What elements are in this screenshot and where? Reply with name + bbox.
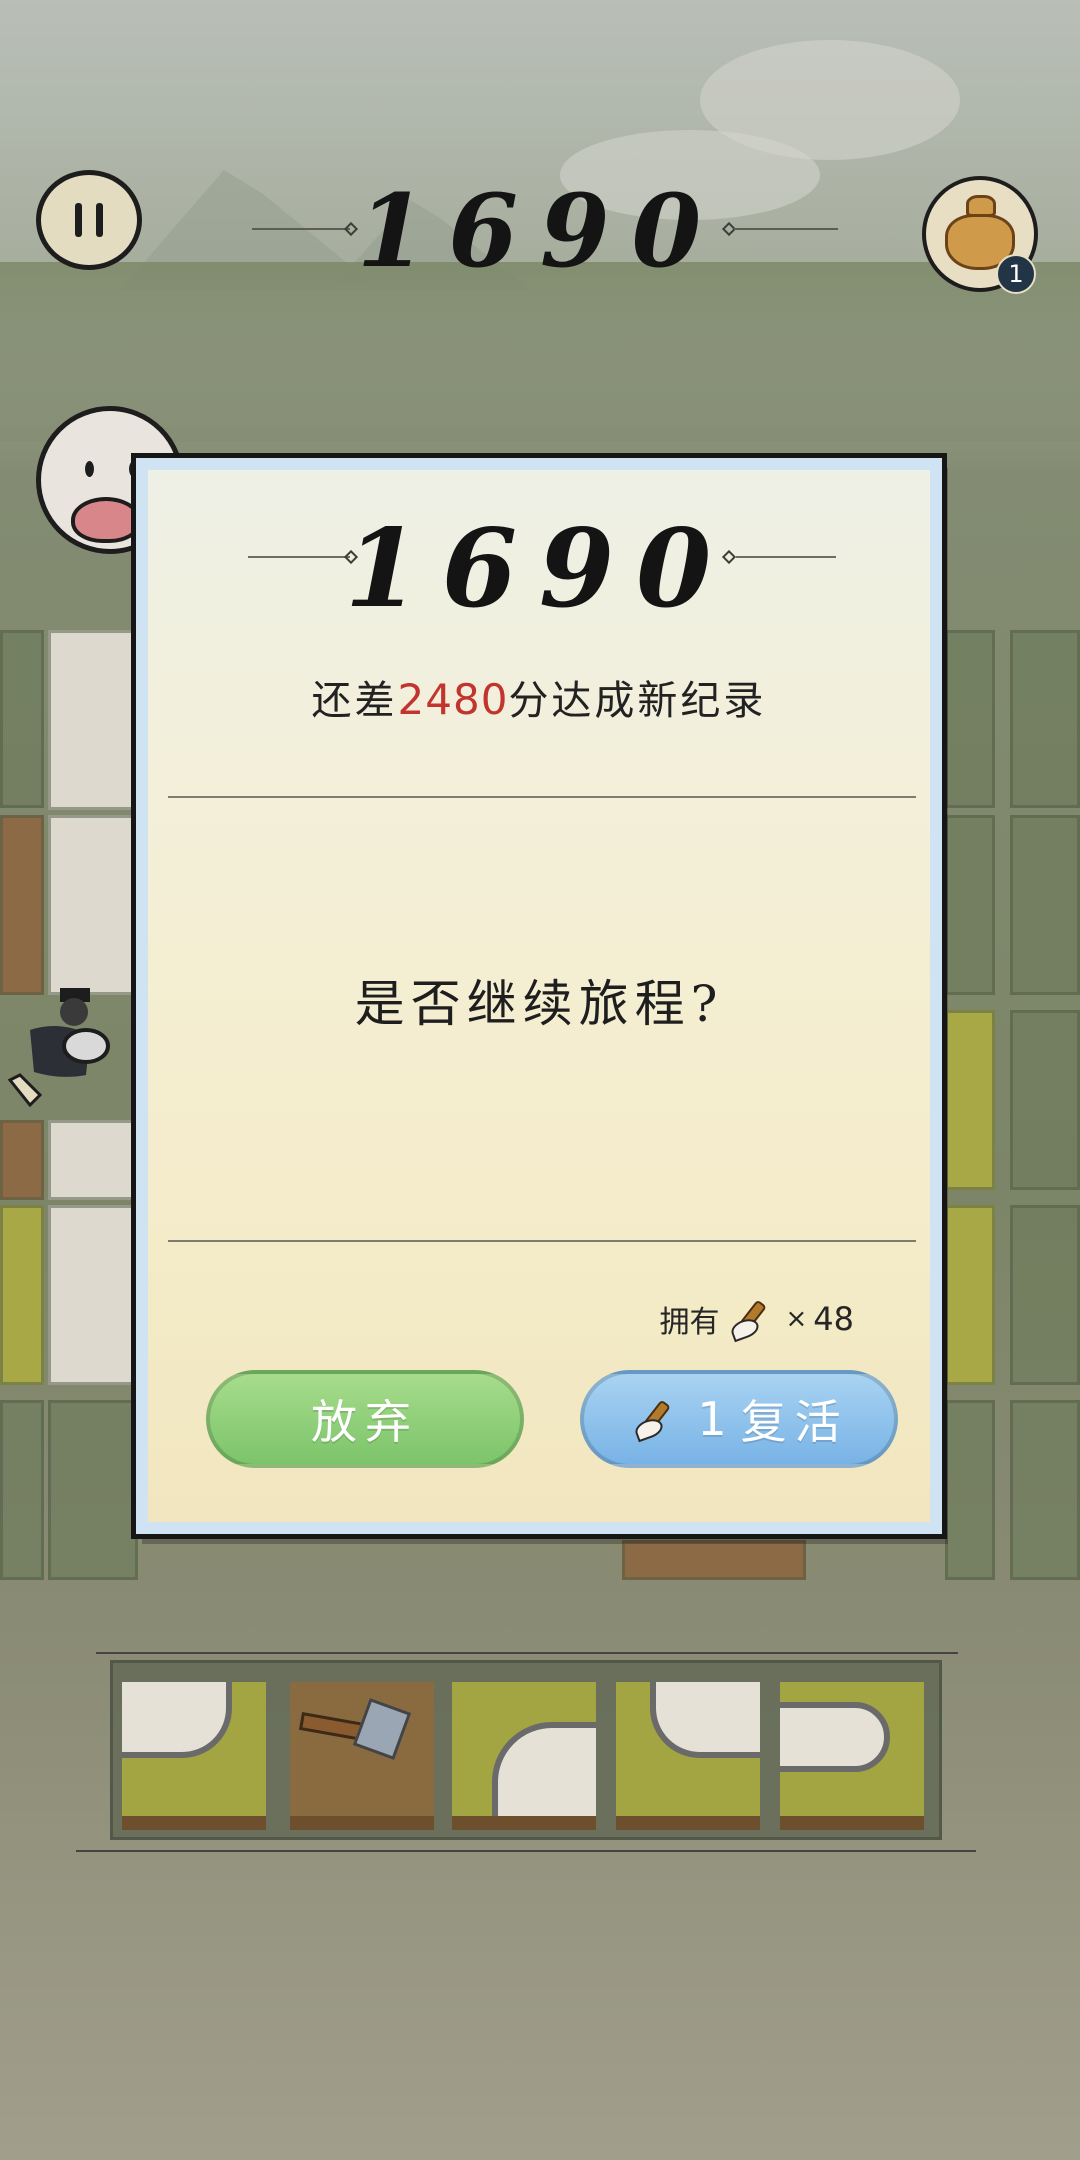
board-tile <box>945 1010 995 1190</box>
board-tile <box>48 630 138 810</box>
brush-count: 48 <box>813 1300 854 1338</box>
record-points: 2480 <box>397 675 509 724</box>
board-tile <box>0 1400 44 1580</box>
brush-inventory: 拥有 × 48 <box>659 1296 854 1343</box>
record-message: 还差2480分达成新纪录 <box>148 668 930 726</box>
board-tile <box>1010 1205 1080 1385</box>
record-suffix: 分达成新纪录 <box>508 678 767 724</box>
board-tile <box>0 1205 44 1385</box>
brush-icon <box>629 1396 683 1443</box>
board-tile <box>622 1540 806 1580</box>
record-prefix: 还差 <box>311 678 398 724</box>
board-tile <box>1010 1010 1080 1190</box>
pipe-segment <box>122 1682 232 1758</box>
board-tile <box>0 1120 44 1200</box>
board-tile <box>48 1400 138 1580</box>
tray-tile-hammer[interactable] <box>290 1682 434 1830</box>
dialog-score: 1690 <box>344 506 734 632</box>
traveler-character <box>7 988 110 1108</box>
pipe-segment <box>780 1702 890 1772</box>
tray-tile-pipe[interactable] <box>616 1682 760 1830</box>
board-tile <box>48 1205 138 1385</box>
board-tile <box>945 1205 995 1385</box>
separator <box>168 1240 916 1242</box>
brush-icon <box>725 1296 779 1343</box>
divider <box>736 556 836 558</box>
times-sign: × <box>785 1304 808 1334</box>
board-tile <box>945 1400 995 1580</box>
tray-tile-pipe[interactable] <box>122 1682 266 1830</box>
board-tile <box>1010 1400 1080 1580</box>
continue-question: 是否继续旅程? <box>354 975 724 1033</box>
board-tile <box>48 815 138 995</box>
board-tile <box>945 630 995 808</box>
board-tile <box>945 815 995 995</box>
give-up-label: 放弃 <box>311 1395 419 1449</box>
revive-cost: 1 <box>697 1392 727 1446</box>
separator <box>168 796 916 798</box>
pipe-segment <box>650 1682 760 1758</box>
tray-tile-pipe[interactable] <box>452 1682 596 1830</box>
eye <box>85 461 94 477</box>
own-label: 拥有 <box>659 1305 720 1340</box>
revive-button[interactable]: 1 复活 <box>580 1370 898 1468</box>
board-tile <box>0 815 44 995</box>
revive-label: 复活 <box>740 1395 849 1449</box>
tray-border <box>76 1850 976 1852</box>
bag-count-badge: 1 <box>996 254 1036 294</box>
divider <box>734 228 838 230</box>
mouth <box>71 497 141 543</box>
score-display: 1690 <box>356 172 724 290</box>
board-tile <box>0 630 44 808</box>
tray-tile-pipe[interactable] <box>780 1682 924 1830</box>
hammer-icon <box>352 1697 412 1761</box>
give-up-button[interactable]: 放弃 <box>206 1370 524 1468</box>
continue-journey-dialog: 1690 还差2480分达成新纪录 是否继续旅程? 拥有 × 48 放弃 1 复… <box>131 453 947 1539</box>
pipe-segment <box>492 1722 596 1816</box>
board-tile <box>1010 630 1080 808</box>
tray-border <box>96 1652 958 1654</box>
board-tile <box>1010 815 1080 995</box>
board-tile <box>48 1120 138 1200</box>
